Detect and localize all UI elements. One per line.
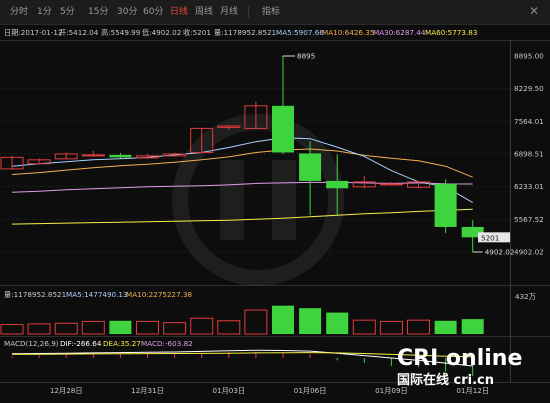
price-tick-label: 4902.02 — [514, 248, 544, 257]
date-tick-label: 12月31日 — [131, 386, 164, 395]
candle-body-down — [299, 153, 322, 181]
candle — [407, 180, 430, 189]
date-tick-label: 12月28日 — [50, 386, 83, 395]
date-tick-label: 01月03日 — [212, 386, 245, 395]
stock-chart[interactable]: 8895.00 8229.50 7564.01 6898.51 6233.01 5567.… — [0, 0, 550, 403]
candle-body-down — [272, 105, 294, 153]
volume-bar — [299, 308, 322, 334]
volume-bar — [352, 319, 376, 335]
candle-body-up — [379, 183, 403, 186]
volume-bar — [136, 320, 159, 335]
price-tick-label: 6233.01 — [514, 182, 544, 191]
volume-bar — [461, 319, 484, 334]
volume-ma10: MA10:2275227.38 — [126, 290, 193, 299]
date-tick-label: 01月06日 — [294, 386, 327, 395]
volume-bar — [190, 317, 214, 335]
candle — [0, 155, 24, 170]
volume-bar — [0, 324, 24, 335]
macd-value: MACD:-603.82 — [141, 339, 193, 348]
candle-body-down — [109, 154, 132, 158]
candle — [434, 179, 457, 233]
low-marker-label: 4902.02 — [485, 248, 515, 257]
candle-body-down — [434, 183, 457, 227]
volume-bar — [27, 323, 51, 335]
candle-body-down — [326, 180, 349, 189]
price-tick-label: 8895.00 — [514, 52, 544, 61]
logo-subtitle: 国际在线 cri.cn — [397, 373, 494, 388]
volume-bar — [379, 320, 403, 335]
volume-bar — [407, 319, 430, 335]
volume-ma5: MA5:1477490.13 — [66, 290, 128, 299]
volume-bar — [109, 320, 132, 334]
volume-axis-label: 432万 — [515, 292, 536, 301]
candle — [27, 158, 51, 165]
candle — [379, 181, 403, 186]
volume-bar — [326, 312, 349, 334]
logo-brand: CRI online — [397, 346, 523, 371]
cri-online-logo: CRI online 国际在线 cri.cn — [397, 346, 545, 396]
candle — [272, 56, 294, 155]
macd-label: MACD(12,26,9) — [4, 339, 59, 348]
price-tick-label: 7564.01 — [514, 117, 544, 126]
macd-dea: DEA:35.27 — [103, 339, 141, 348]
price-tick-label: 6898.51 — [514, 150, 544, 159]
background-watermark — [172, 114, 344, 286]
price-tick-label: 5567.52 — [514, 215, 544, 224]
price-tag-label: 5201 — [481, 233, 499, 242]
macd-dif: DIF:-266.64 — [60, 339, 102, 348]
volume-bar — [272, 305, 294, 334]
candle — [54, 152, 78, 160]
candle — [352, 176, 376, 189]
candle-body-up — [81, 154, 105, 157]
volume-bar — [163, 322, 187, 335]
volume-bar — [244, 309, 268, 335]
volume-bar — [81, 320, 105, 335]
volume-bar — [434, 320, 457, 334]
high-marker-label: 8895 — [297, 52, 315, 61]
volume-bar — [54, 322, 78, 335]
volume-info: 量:1178952.8521 — [4, 290, 66, 299]
volume-bar — [217, 320, 241, 335]
candle — [136, 153, 159, 159]
price-tick-label: 8229.50 — [514, 84, 544, 93]
